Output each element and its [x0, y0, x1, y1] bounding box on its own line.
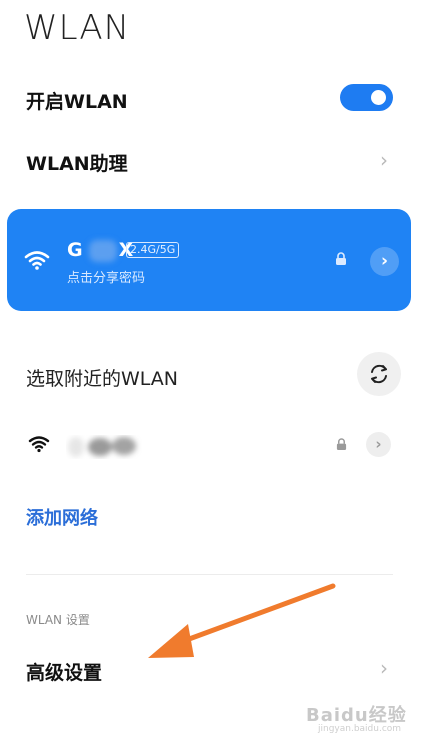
- watermark-url: jingyan.baidu.com: [318, 724, 402, 734]
- annotation-arrow: [148, 583, 336, 658]
